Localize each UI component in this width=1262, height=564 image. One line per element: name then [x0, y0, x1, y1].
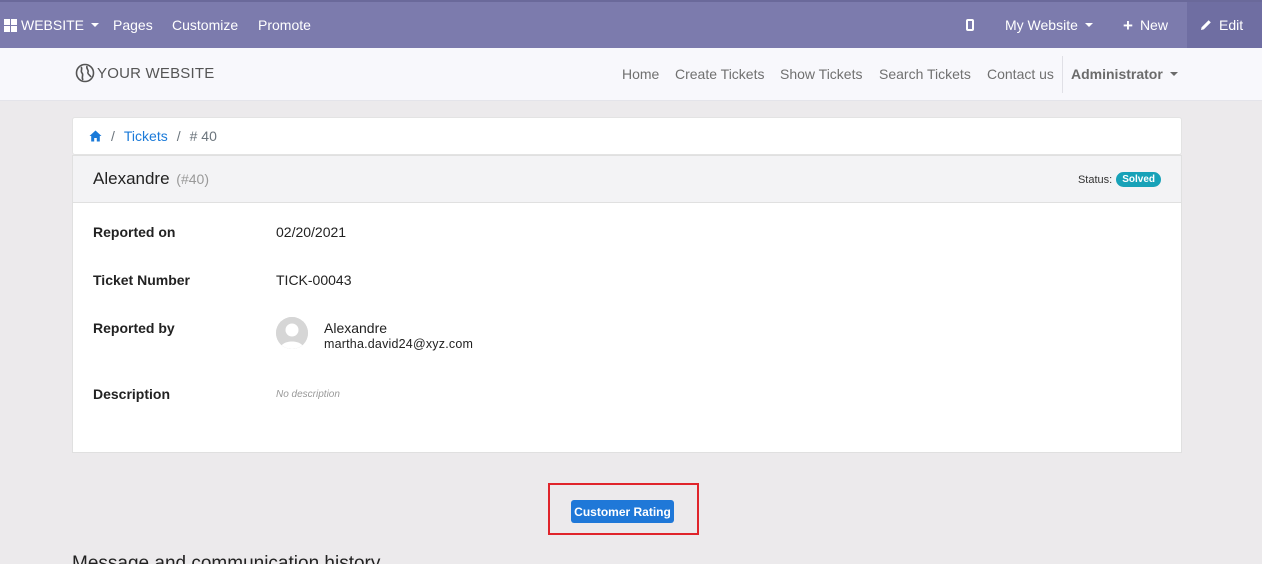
history-title: Message and communication history: [72, 553, 381, 564]
my-website-menu[interactable]: My Website: [1005, 2, 1093, 48]
nav-search-tickets-link[interactable]: Search Tickets: [879, 66, 971, 82]
nav-show-tickets-link[interactable]: Show Tickets: [780, 66, 862, 82]
pencil-icon: [1200, 19, 1212, 31]
ticket-status: Status: Solved: [1078, 172, 1161, 187]
reported-by-label: Reported by: [93, 320, 175, 336]
ticket-number-label: Ticket Number: [93, 272, 190, 288]
breadcrumb-separator: /: [111, 128, 115, 144]
ticket-title: Alexandre (#40): [93, 169, 209, 189]
reporter-name: Alexandre: [324, 320, 388, 336]
mobile-preview-button[interactable]: [966, 2, 974, 48]
mobile-phone-icon: [966, 19, 974, 31]
user-menu-label: Administrator: [1071, 66, 1163, 82]
reported-on-value: 02/20/2021: [276, 224, 347, 240]
description-value: No description: [276, 389, 340, 400]
promote-menu-label: Promote: [258, 17, 311, 33]
avatar: [276, 317, 308, 349]
breadcrumb: / Tickets / # 40: [72, 117, 1182, 155]
chevron-down-icon: [1169, 72, 1178, 76]
pages-menu[interactable]: Pages: [113, 2, 153, 48]
user-menu[interactable]: Administrator: [1071, 48, 1178, 100]
plus-icon: +: [1123, 15, 1133, 35]
ticket-card-header: Alexandre (#40) Status: Solved: [73, 156, 1181, 203]
ticket-customer-name: Alexandre: [93, 169, 170, 188]
edit-button[interactable]: Edit: [1200, 2, 1243, 48]
reported-on-label: Reported on: [93, 224, 176, 240]
nav-home-link[interactable]: Home: [622, 66, 659, 82]
breadcrumb-separator: /: [176, 128, 181, 144]
ticket-card: Alexandre (#40) Status: Solved Reported …: [72, 155, 1182, 453]
customer-rating-button[interactable]: Customer Rating: [571, 500, 674, 523]
logo-text: YOUR WEBSITE: [97, 64, 215, 82]
customize-menu-label: Customize: [172, 17, 239, 33]
nav-home[interactable]: Home: [622, 48, 659, 100]
admin-toolbar: WEBSITE Pages Customize Promote My Websi…: [0, 0, 1262, 48]
globe-icon: [75, 63, 95, 83]
edit-button-label: Edit: [1219, 17, 1244, 33]
menu-divider: [1062, 56, 1063, 93]
breadcrumb-current: # 40: [189, 128, 217, 144]
ticket-number-value: TICK-00043: [276, 272, 352, 288]
pages-menu-label: Pages: [113, 17, 153, 33]
nav-show-tickets[interactable]: Show Tickets: [780, 48, 862, 100]
nav-create-tickets[interactable]: Create Tickets: [675, 48, 764, 100]
reporter-email: martha.david24@xyz.com: [324, 337, 474, 351]
chevron-down-icon: [91, 23, 100, 27]
nav-contact-us-link[interactable]: Contact us: [987, 66, 1054, 82]
nav-search-tickets[interactable]: Search Tickets: [879, 48, 971, 100]
website-menu-label: WEBSITE: [21, 17, 85, 33]
site-header: YOUR WEBSITE Home Create Tickets Show Ti…: [0, 48, 1262, 101]
status-badge: Solved: [1116, 172, 1161, 187]
ticket-id: (#40): [176, 171, 209, 187]
apps-grid-icon: [4, 18, 17, 32]
breadcrumb-tickets-link[interactable]: Tickets: [124, 128, 168, 144]
chevron-down-icon: [1084, 23, 1093, 27]
customize-menu[interactable]: Customize: [172, 2, 238, 48]
nav-contact-us[interactable]: Contact us: [987, 48, 1054, 100]
website-menu[interactable]: WEBSITE: [4, 2, 100, 48]
new-button[interactable]: + New: [1123, 2, 1168, 48]
promote-menu[interactable]: Promote: [258, 2, 311, 48]
site-logo[interactable]: YOUR WEBSITE: [75, 63, 214, 83]
new-button-label: New: [1139, 17, 1168, 33]
home-icon[interactable]: [89, 130, 102, 142]
nav-create-tickets-link[interactable]: Create Tickets: [675, 66, 764, 82]
status-label: Status:: [1077, 173, 1113, 186]
my-website-label: My Website: [1005, 17, 1078, 33]
description-label: Description: [93, 386, 171, 402]
